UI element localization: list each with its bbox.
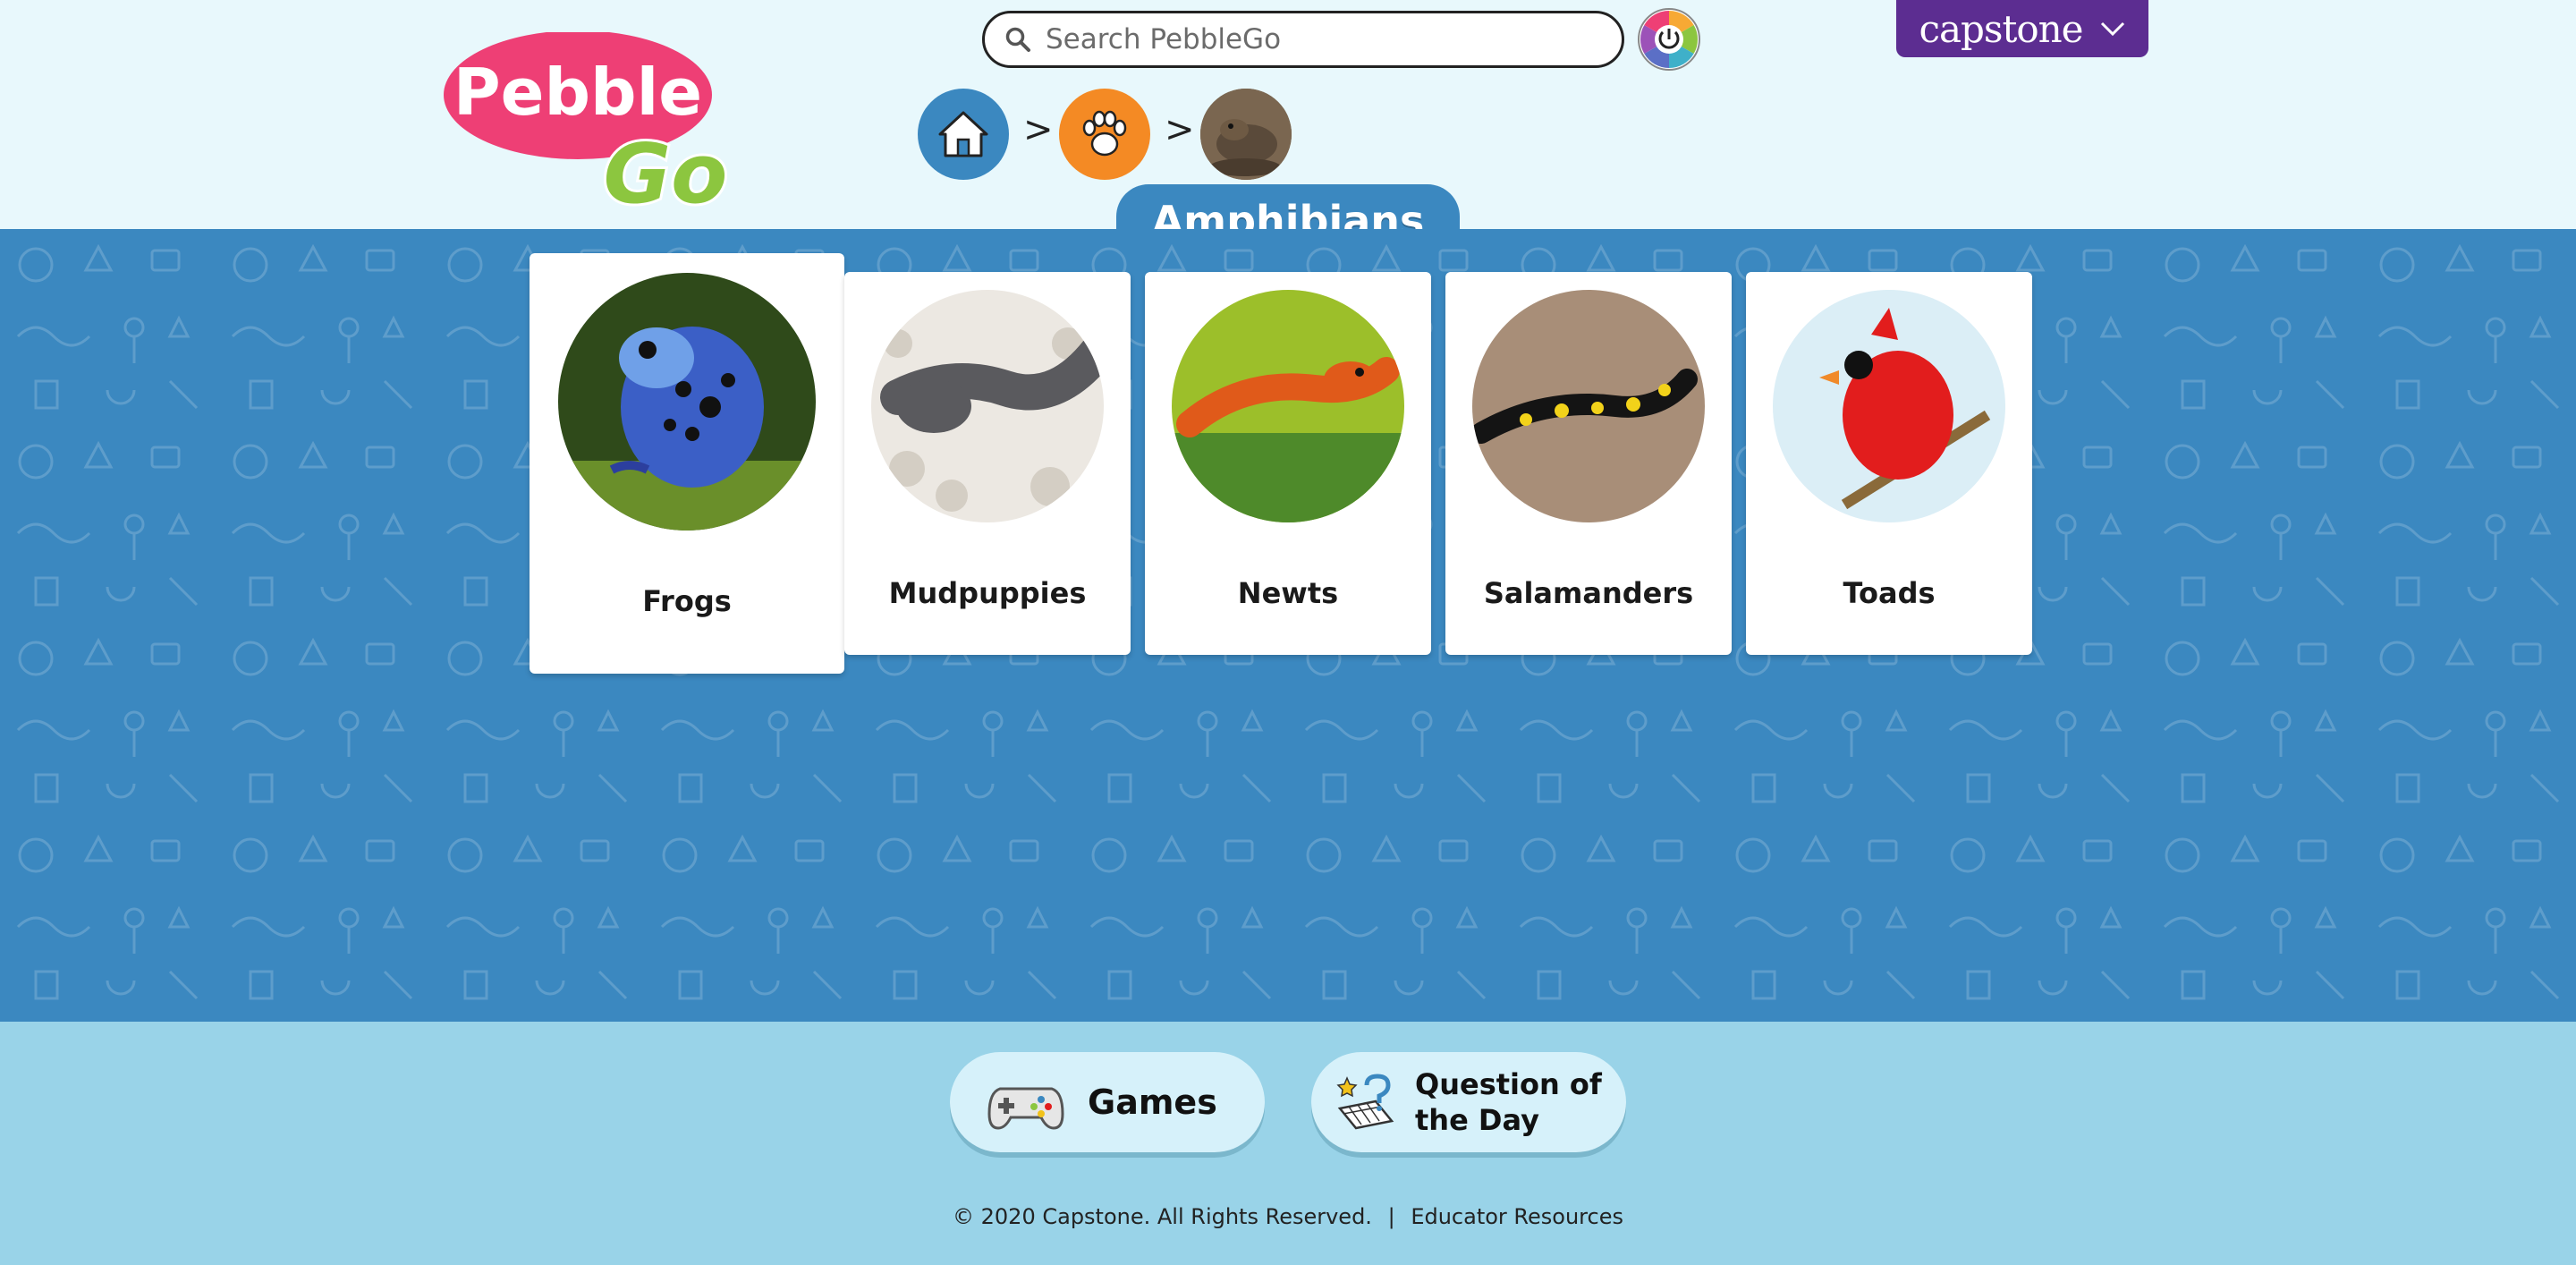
toad-thumbnail — [1200, 89, 1292, 180]
category-card-frogs[interactable]: Frogs — [530, 253, 844, 674]
category-grid-area: Frogs Mudpuppies Newts Salamanders Toads — [0, 229, 2576, 1022]
salamander-photo — [1472, 290, 1705, 522]
qotd-line1: Question of — [1415, 1067, 1602, 1101]
newt-photo — [1172, 290, 1404, 522]
header: Pebble Go capstone > — [0, 0, 2576, 256]
frog-photo — [558, 273, 816, 531]
category-card-salamanders[interactable]: Salamanders — [1445, 272, 1732, 655]
color-wheel-icon[interactable] — [1637, 7, 1701, 72]
category-card-mudpuppies[interactable]: Mudpuppies — [844, 272, 1131, 655]
category-label: Newts — [1237, 576, 1339, 610]
category-label: Toads — [1843, 576, 1936, 610]
games-label: Games — [1088, 1082, 1217, 1122]
category-card-toads[interactable]: Toads — [1746, 272, 2032, 655]
breadcrumb-separator: > — [1165, 109, 1195, 150]
breadcrumb-home[interactable] — [918, 89, 1009, 180]
chevron-down-icon — [2100, 21, 2124, 37]
copyright-text: © 2020 Capstone. All Rights Reserved. — [953, 1204, 1372, 1229]
svg-text:Pebble: Pebble — [453, 55, 702, 130]
category-label: Salamanders — [1483, 576, 1694, 610]
capstone-menu-button[interactable]: capstone — [1896, 0, 2148, 57]
search-icon — [1005, 27, 1030, 52]
breadcrumb-animals[interactable] — [1059, 89, 1150, 180]
home-icon — [938, 111, 988, 157]
capstone-label: capstone — [1919, 6, 2083, 51]
breadcrumb-amphibians[interactable] — [1200, 89, 1292, 180]
copyright-bar: © 2020 Capstone. All Rights Reserved. | … — [0, 1204, 2576, 1229]
educator-resources-link[interactable]: Educator Resources — [1411, 1204, 1623, 1229]
question-of-the-day-button[interactable]: Question of the Day — [1311, 1052, 1626, 1152]
breadcrumb-separator: > — [1023, 109, 1054, 150]
paw-icon — [1082, 110, 1127, 157]
footer: Games Question of the Day © 2020 Capston… — [0, 1022, 2576, 1265]
pebblego-logo[interactable]: Pebble Go — [444, 32, 744, 211]
footer-separator: | — [1387, 1204, 1395, 1229]
category-label: Mudpuppies — [888, 576, 1087, 610]
question-calendar-icon — [1336, 1074, 1394, 1130]
qotd-line2: the Day — [1415, 1103, 1539, 1137]
category-card-newts[interactable]: Newts — [1145, 272, 1431, 655]
svg-text:Go: Go — [604, 126, 728, 211]
mudpuppy-photo — [871, 290, 1104, 522]
search-field[interactable] — [982, 11, 1624, 68]
qotd-label: Question of the Day — [1415, 1066, 1602, 1138]
category-label: Frogs — [642, 584, 732, 618]
game-controller-icon — [987, 1087, 1064, 1130]
search-input[interactable] — [1046, 23, 1582, 55]
games-button[interactable]: Games — [950, 1052, 1265, 1152]
toad-photo — [1773, 290, 2005, 522]
